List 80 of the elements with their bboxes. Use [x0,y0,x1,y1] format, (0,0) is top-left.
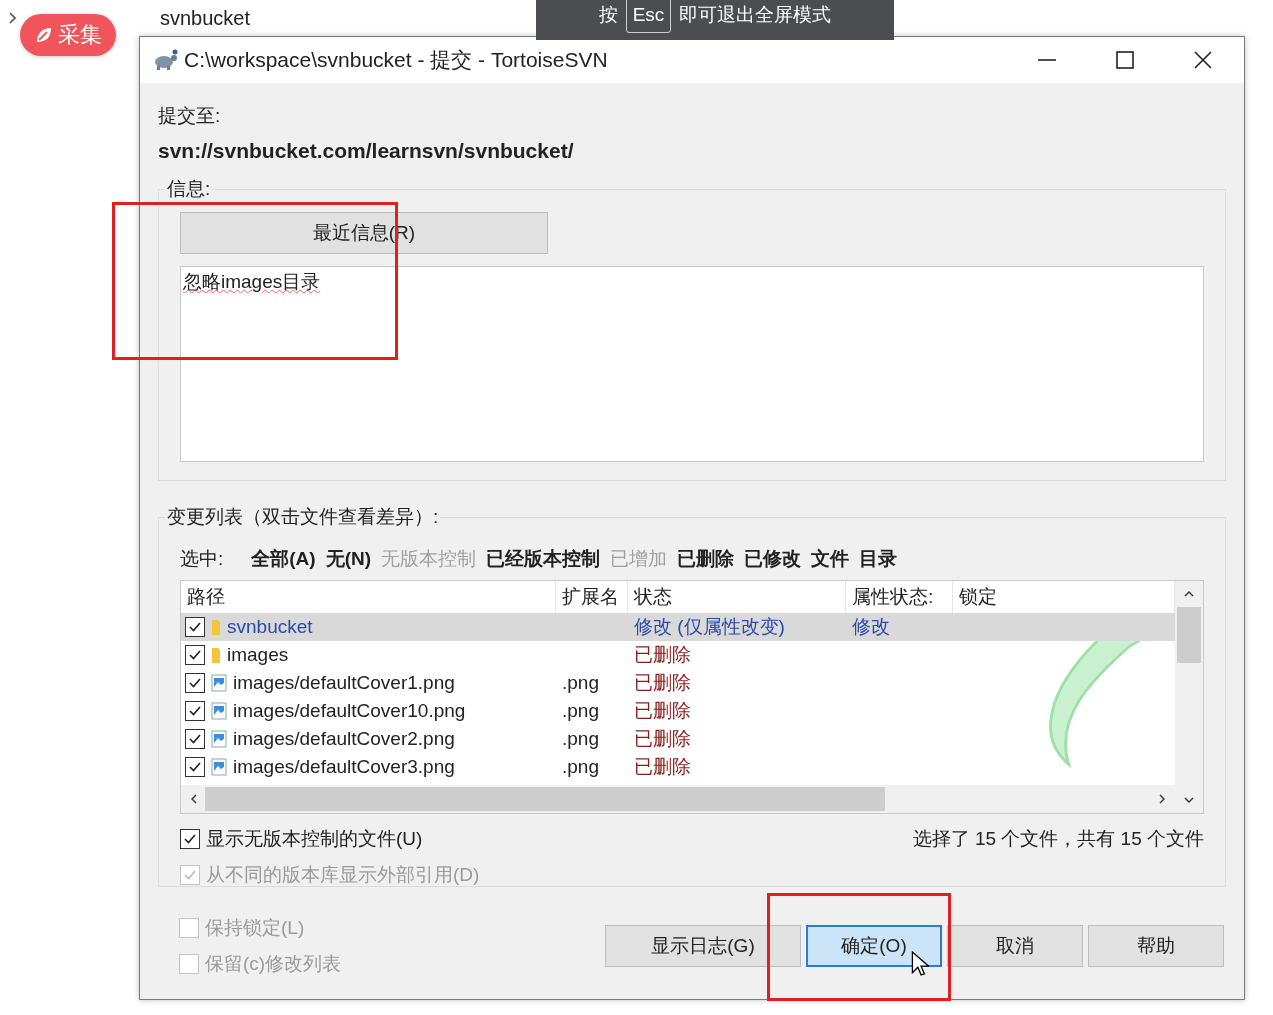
status-cell-text: 已删除 [633,755,692,779]
file-path: images/defaultCover3.png [233,756,455,778]
dialog-button[interactable]: 确定(O) [806,925,942,967]
file-row[interactable]: images/defaultCover2.png .png 已删除 [181,725,1175,753]
image-file-icon [211,758,227,776]
scroll-left-icon[interactable] [189,794,199,804]
table-cell-text: .png [561,672,600,694]
filter-link[interactable]: 文件 [811,546,850,572]
window-title: C:\workspace\svnbucket - 提交 - TortoiseSVN [184,47,609,73]
checkbox[interactable] [185,729,205,749]
status-cell-text: 已删除 [633,643,692,667]
status-cell-text: 已删除 [633,699,692,723]
table-cell-text: .png [561,728,600,750]
folder-icon [211,618,221,636]
dialog-button[interactable]: 帮助 [1088,925,1224,967]
checkmark-icon [188,648,202,662]
checkmark-icon [183,832,197,846]
scroll-thumb[interactable] [1177,607,1201,663]
filter-link[interactable]: 全部(A) [251,546,316,572]
esc-key: Esc [625,0,672,33]
vertical-scrollbar[interactable] [1175,581,1203,813]
checkmark-icon [183,868,197,882]
repository-url: svn://svnbucket.com/learnsvn/svnbucket/ [158,139,575,163]
checkmark-icon [188,620,202,634]
filter-link[interactable]: 已经版本控制 [486,546,601,572]
checkmark-icon [188,704,202,718]
file-row[interactable]: svnbucket 修改 (仅属性改变) 修改 [181,613,1175,641]
checkbox[interactable] [185,701,205,721]
image-file-icon [211,702,227,720]
status-cell-text: 修改 (仅属性改变) [633,615,786,639]
badge-label: 采集 [58,21,102,49]
checkbox[interactable] [185,757,205,777]
folder-icon [211,646,221,664]
filter-link[interactable]: 无(N) [325,546,372,572]
leaf-icon [34,25,54,45]
commit-to-label: 提交至: [158,104,222,128]
checkmark-icon [188,732,202,746]
message-field[interactable]: 忽略images目录 [180,266,1204,462]
group-label: 变更列表（双击文件查看差异）: [165,504,441,530]
scroll-up-icon[interactable] [1184,589,1194,599]
table-cell-text: .png [561,756,600,778]
close-icon[interactable] [1194,51,1212,69]
status-cell-text: 已删除 [633,671,692,695]
checkbox[interactable] [185,645,205,665]
breadcrumb-item[interactable]: svnbucket [160,6,251,30]
maximize-icon[interactable] [1116,51,1134,69]
filter-link[interactable]: 已删除 [677,546,735,572]
dialog-button[interactable]: 取消 [947,925,1083,967]
filter-link[interactable]: 已修改 [744,546,802,572]
filter-link[interactable]: 目录 [859,546,898,572]
dialog-button[interactable]: 显示日志(G) [605,925,801,967]
cursor-icon [911,951,929,977]
horizontal-scrollbar[interactable] [181,785,1175,813]
checkmark-icon [188,760,202,774]
hint-text: 按 [598,3,618,27]
scroll-thumb[interactable] [205,787,885,811]
file-path: images [227,644,289,666]
file-path: images/defaultCover10.png [233,700,466,722]
file-row[interactable]: images 已删除 [181,641,1175,669]
table-cell-text: .png [561,700,600,722]
chevron-icon [8,12,16,24]
hint-text: 即可退出全屏模式 [679,3,832,27]
selection-summary: 选择了 15 个文件，共有 15 个文件 [912,827,1204,851]
checkmark-icon [188,676,202,690]
option-checkbox[interactable]: 显示无版本控制的文件(U) [180,826,480,852]
table-cell-text: 修改 [851,615,891,639]
image-file-icon [211,730,227,748]
file-row[interactable]: images/defaultCover3.png .png 已删除 [181,753,1175,781]
status-cell-text: 已删除 [633,727,692,751]
scroll-down-icon[interactable] [1184,795,1194,805]
file-row[interactable]: images/defaultCover10.png .png 已删除 [181,697,1175,725]
checkbox[interactable] [185,617,205,637]
file-row[interactable]: images/defaultCover1.png .png 已删除 [181,669,1175,697]
file-path: images/defaultCover2.png [233,728,455,750]
file-path: images/defaultCover1.png [233,672,455,694]
file-path: svnbucket [227,616,313,638]
checkbox[interactable] [185,673,205,693]
select-label: 选中: [180,547,224,571]
image-file-icon [211,674,227,692]
scroll-right-icon[interactable] [1157,794,1167,804]
